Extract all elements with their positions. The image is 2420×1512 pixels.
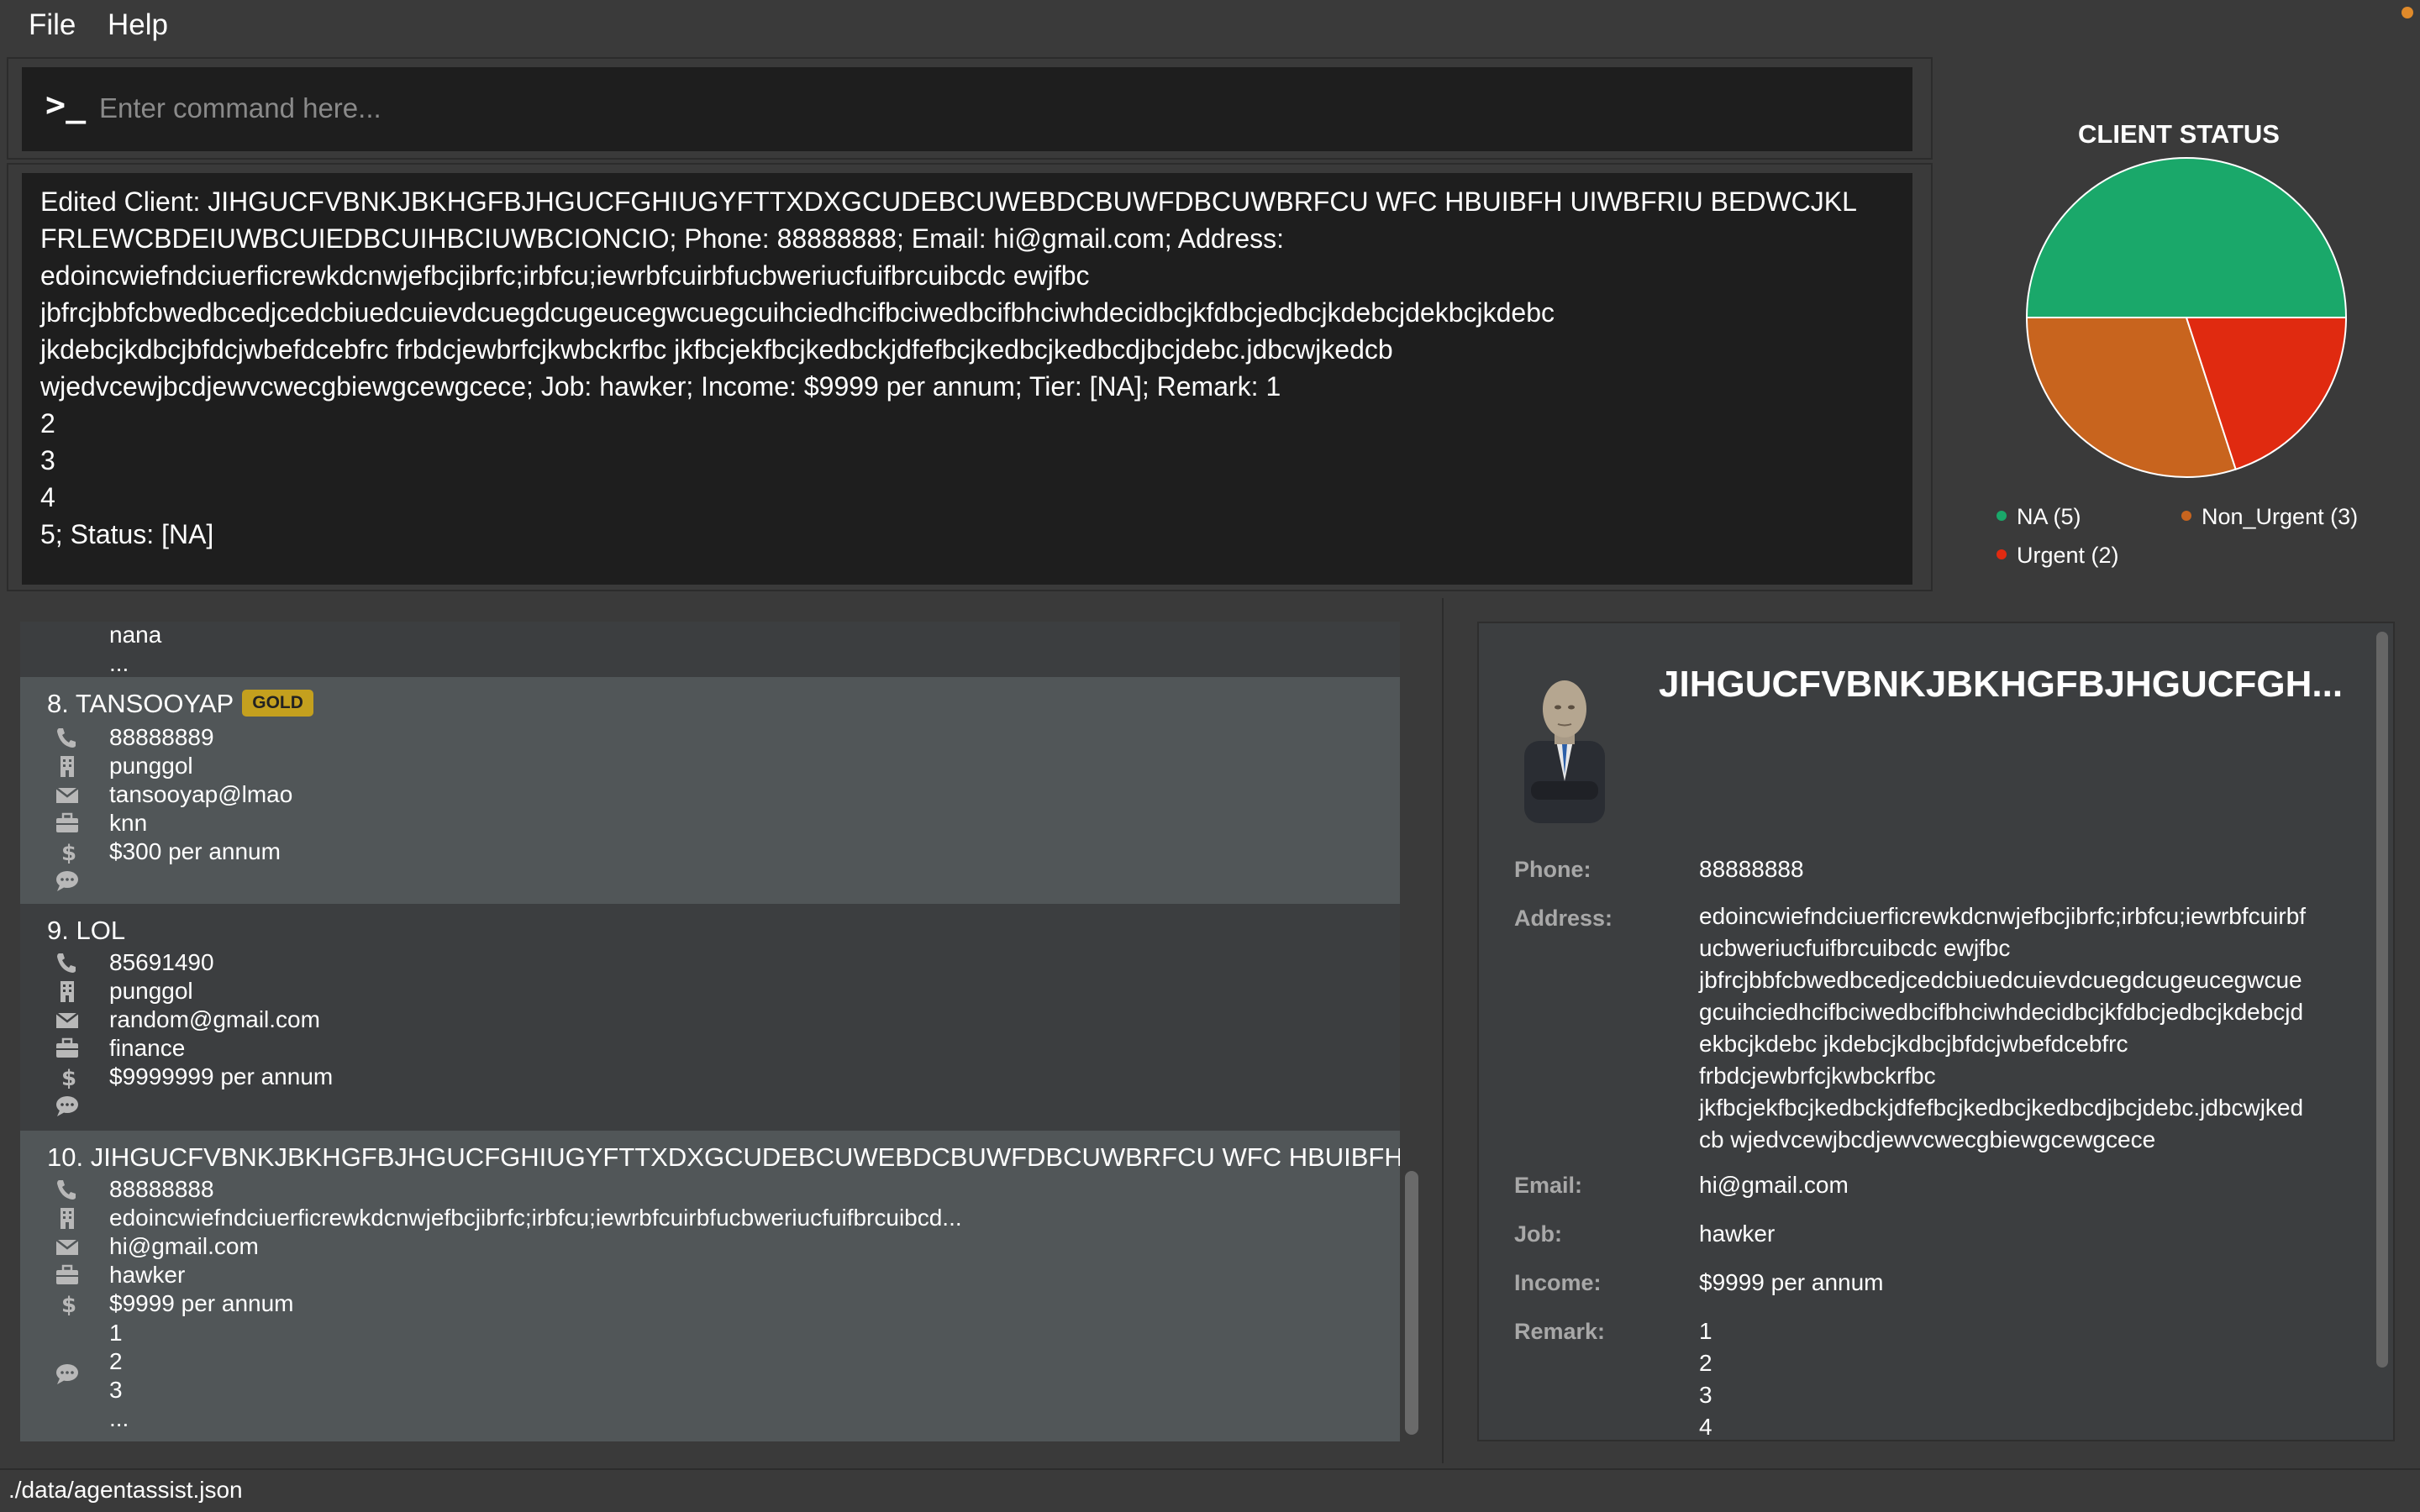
legend-label-non-urgent: Non_Urgent (3) [2202, 504, 2359, 529]
svg-text:$: $ [61, 841, 76, 864]
legend-dot-na [1996, 510, 2007, 521]
envelope-icon [55, 1238, 79, 1255]
legend-item-non-urgent: Non_Urgent (3) [2181, 504, 2358, 530]
client-address: punggol [52, 753, 193, 781]
speech-bubble-icon [56, 1364, 78, 1384]
phone-icon [57, 727, 76, 748]
chart-title: CLIENT STATUS [2078, 119, 2280, 149]
client-card-title: 8. TANSOOYAP GOLD [47, 689, 313, 719]
svg-text:$: $ [61, 1066, 76, 1089]
tier-badge: GOLD [242, 689, 313, 717]
client-detail-card: JIHGUCFVBNKJBKHGFBJHGUCFGH... Phone: 888… [1477, 622, 2395, 1441]
avatar-icon [1524, 680, 1605, 823]
client-remark [52, 1092, 82, 1121]
building-icon [60, 1207, 74, 1229]
dollar-icon: $ [61, 1066, 76, 1089]
legend-label-urgent: Urgent (2) [2017, 543, 2119, 568]
command-box: >_ [22, 67, 1912, 151]
detail-remark-label: Remark: [1514, 1319, 1606, 1344]
svg-text:$: $ [61, 1293, 76, 1316]
detail-address-value: edoincwiefndciuerficrewkdcnwjefbcjibrfc;… [1699, 903, 2307, 1152]
client-list[interactable]: nana ... 8. TANSOOYAP GOLD 88888889 pungg… [20, 622, 1400, 1441]
detail-remark-value: 1 2 3 4 [1699, 1318, 1712, 1440]
pie-slice-na [2025, 157, 2348, 318]
detail-address-label: Address: [1514, 906, 1613, 931]
client-detail-name: JIHGUCFVBNKJBKHGFBJHGUCFGH... [1659, 664, 2344, 705]
client-phone: 88888888 [52, 1176, 214, 1205]
client-list-scroll-thumb[interactable] [1405, 1171, 1418, 1435]
phone-icon [57, 953, 76, 973]
phone-icon [57, 1179, 76, 1200]
legend-label-na: NA (5) [2017, 504, 2081, 529]
detail-phone-label: Phone: [1514, 857, 1591, 882]
list-item[interactable]: 9. LOL 85691490 punggol random@gmail.com… [20, 904, 1400, 1131]
client-status-panel: CLIENT STATUS NA (5) Non_Urgent (3) Urge… [1938, 55, 2420, 593]
legend-item-na: NA (5) [1996, 504, 2081, 530]
client-address: punggol [52, 978, 193, 1006]
menu-bar: File Help [0, 0, 2420, 55]
list-item-partial[interactable]: nana ... [20, 622, 1400, 680]
client-income: $ $9999999 per annum [52, 1063, 333, 1092]
detail-income-value: $9999 per annum [1699, 1269, 1884, 1295]
client-phone: 85691490 [52, 949, 214, 978]
client-income: $ $300 per annum [52, 838, 281, 867]
client-job: finance [52, 1035, 185, 1063]
client-address: edoincwiefndciuerficrewkdcnwjefbcjibrfc;… [52, 1205, 962, 1233]
data-file-path: ./data/agentassist.json [8, 1477, 243, 1503]
dollar-icon: $ [61, 1293, 76, 1316]
speech-bubble-icon [56, 1095, 78, 1116]
detail-income-label: Income: [1514, 1270, 1602, 1295]
client-email: random@gmail.com [52, 1006, 320, 1035]
building-icon [60, 980, 74, 1002]
result-display: Edited Client: JIHGUCFVBNKJBKHGFBJHGUCFG… [22, 173, 1912, 585]
client-card-title: 9. LOL [47, 916, 126, 945]
legend-dot-non-urgent [2181, 510, 2191, 521]
window-indicator-dot [2402, 7, 2413, 18]
client-card-title: 10. JIHGUCFVBNKJBKHGFBJHGUCFGHIUGYFTTXDX… [47, 1142, 1400, 1172]
detail-job-value: hawker [1699, 1221, 1776, 1247]
detail-job-label: Job: [1514, 1221, 1562, 1247]
legend-dot-urgent [1996, 549, 2007, 559]
dollar-icon: $ [61, 841, 76, 864]
briefcase-icon [56, 1037, 78, 1058]
client-email: hi@gmail.com [52, 1233, 259, 1262]
menu-help[interactable]: Help [108, 8, 168, 42]
detail-email-label: Email: [1514, 1173, 1583, 1198]
client-income: $ $9999 per annum [52, 1290, 294, 1319]
command-input[interactable] [99, 84, 1889, 133]
client-phone: 88888889 [52, 724, 214, 753]
menu-file[interactable]: File [29, 8, 76, 42]
detail-email-value: hi@gmail.com [1699, 1172, 1849, 1198]
envelope-icon [55, 1011, 79, 1028]
client-detail-scroll-thumb[interactable] [2376, 632, 2388, 1368]
client-status-pie-chart [2025, 157, 2348, 478]
status-bar: ./data/agentassist.json [0, 1468, 2420, 1512]
detail-phone-value: 88888888 [1699, 856, 1804, 882]
client-job: knn [52, 810, 147, 838]
briefcase-icon [56, 812, 78, 832]
envelope-icon [55, 786, 79, 803]
building-icon [60, 755, 74, 777]
client-remark [52, 867, 82, 895]
terminal-prompt-icon: >_ [45, 86, 87, 124]
client-email: tansooyap@lmao [52, 781, 292, 810]
speech-bubble-icon [56, 870, 78, 891]
legend-item-urgent: Urgent (2) [1996, 543, 2119, 569]
list-item[interactable]: 10. JIHGUCFVBNKJBKHGFBJHGUCFGHIUGYFTTXDX… [20, 1131, 1400, 1441]
client-job: hawker [52, 1262, 185, 1290]
list-item[interactable]: 8. TANSOOYAP GOLD 88888889 punggol tansoo… [20, 677, 1400, 904]
briefcase-icon [56, 1264, 78, 1284]
